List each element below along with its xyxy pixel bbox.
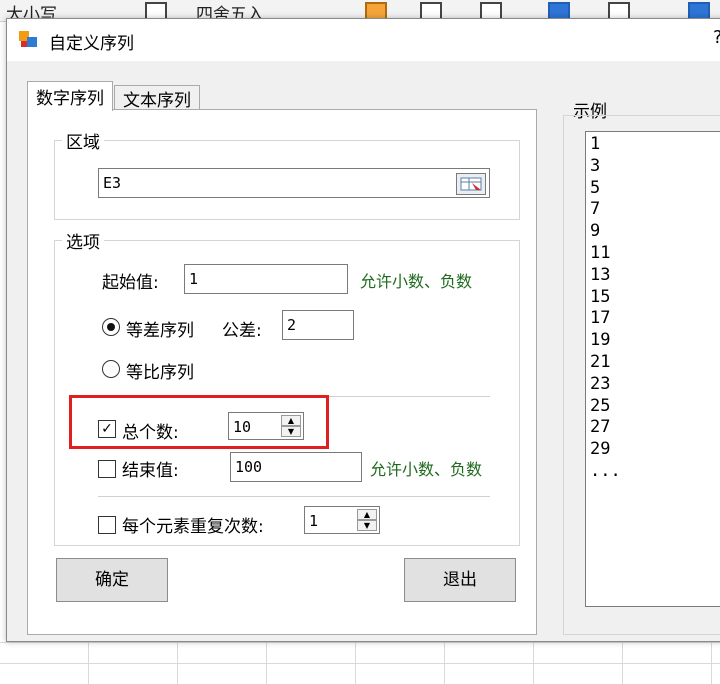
custom-sequence-dialog: 自定义序列 ? 数字序列 文本序列 区域 E3 选项 起始值: 1 允许小数、负… xyxy=(6,18,720,642)
ok-button[interactable]: 确定 xyxy=(56,558,168,602)
preview-item: 5 xyxy=(590,177,601,198)
preview-item: 17 xyxy=(590,308,611,329)
help-button[interactable]: ? xyxy=(713,27,720,48)
range-picker-button[interactable] xyxy=(456,173,486,195)
options-group-label: 选项 xyxy=(62,228,104,253)
preview-item: 11 xyxy=(590,242,611,263)
end-value-checkbox[interactable] xyxy=(98,460,116,478)
end-value-hint: 允许小数、负数 xyxy=(370,460,483,479)
geometric-label[interactable]: 等比序列 xyxy=(126,358,194,383)
repeat-checkbox[interactable] xyxy=(98,516,116,534)
repeat-value[interactable]: 1 xyxy=(309,512,318,530)
repeat-spinner[interactable]: 1 ▲ ▼ xyxy=(304,506,380,534)
range-input[interactable]: E3 xyxy=(98,168,490,198)
end-value-label[interactable]: 结束值: xyxy=(122,456,179,481)
preview-list[interactable]: 1 3 5 7 9 11 13 15 17 19 21 23 25 27 29... xyxy=(585,131,720,607)
common-difference-label: 公差: xyxy=(222,321,262,341)
spin-up-icon[interactable]: ▲ xyxy=(357,509,377,520)
preview-item: 21 xyxy=(590,351,611,372)
preview-item: 9 xyxy=(590,221,601,242)
common-difference-input[interactable]: 2 xyxy=(282,310,354,340)
geometric-radio[interactable] xyxy=(102,360,120,378)
title-bar[interactable]: 自定义序列 ? xyxy=(7,19,720,61)
dialog-title: 自定义序列 xyxy=(49,34,134,54)
spreadsheet-grid xyxy=(0,640,720,684)
preview-item: 3 xyxy=(590,155,601,176)
preview-item: 7 xyxy=(590,199,601,220)
repeat-separator xyxy=(98,496,490,497)
preview-item: ... xyxy=(590,460,621,481)
preview-item: 23 xyxy=(590,373,611,394)
preview-item: 19 xyxy=(590,330,611,351)
repeat-label[interactable]: 每个元素重复次数: xyxy=(122,512,264,537)
tab-text-sequence[interactable]: 文本序列 xyxy=(114,85,200,111)
preview-item: 13 xyxy=(590,264,611,285)
highlight-box xyxy=(69,395,329,449)
preview-item: 27 xyxy=(590,417,611,438)
end-value-input[interactable]: 100 xyxy=(230,452,362,482)
preview-item: 25 xyxy=(590,395,611,416)
exit-button[interactable]: 退出 xyxy=(404,558,516,602)
arithmetic-radio[interactable] xyxy=(102,318,120,336)
start-value-hint: 允许小数、负数 xyxy=(360,272,473,291)
app-icon xyxy=(19,31,37,49)
range-select-icon xyxy=(460,177,482,191)
tab-number-sequence[interactable]: 数字序列 xyxy=(27,81,113,111)
start-value-label: 起始值: xyxy=(102,273,159,293)
spin-down-icon[interactable]: ▼ xyxy=(357,520,377,531)
preview-item: 1 xyxy=(590,134,601,154)
preview-item: 15 xyxy=(590,286,611,307)
number-sequence-panel: 区域 E3 选项 起始值: 1 允许小数、负数 等差序列 公差: 2 等比序列 … xyxy=(27,109,537,635)
arithmetic-label[interactable]: 等差序列 xyxy=(126,316,194,341)
range-group-label: 区域 xyxy=(62,128,104,153)
preview-item: 29 xyxy=(590,439,611,460)
start-value-input[interactable]: 1 xyxy=(184,264,348,294)
